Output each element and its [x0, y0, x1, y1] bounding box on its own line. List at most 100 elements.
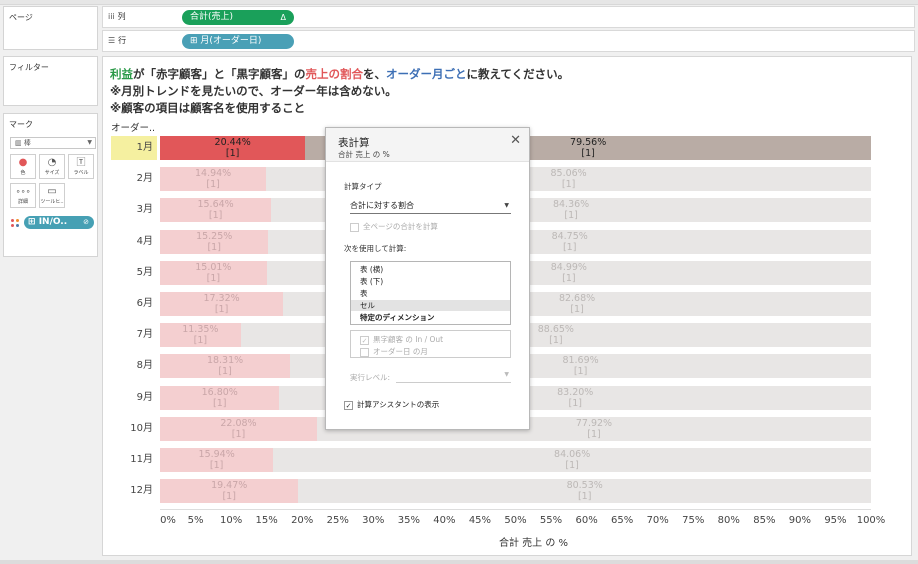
label-button[interactable]: 🅃 ラベル — [68, 154, 94, 179]
row-label[interactable]: 7月 — [111, 323, 157, 347]
compute-option-table-down[interactable]: 表 (下) — [351, 276, 510, 287]
data-label-loss-value: 22.08% — [220, 418, 257, 429]
compute-using-list[interactable]: 表 (横) 表 (下) 表 セル 特定のディメンション — [350, 261, 511, 325]
data-label-profit-value: 84.36% — [552, 199, 590, 210]
row-label[interactable]: 3月 — [111, 198, 157, 222]
data-label-profit: 84.06% [1] — [532, 449, 612, 471]
title-part-profit: 利益 — [110, 67, 133, 81]
x-tick-label: 30% — [362, 515, 385, 526]
data-label-loss-index: [1] — [209, 460, 224, 471]
rows-pill-month[interactable]: ⊞ 月(オーダー日) — [182, 34, 294, 49]
calc-assistant-checkbox[interactable]: ✓ — [344, 400, 353, 410]
data-label-loss-value: 14.94% — [194, 168, 232, 179]
row-header-title: オーダー.. — [111, 123, 156, 134]
row-label[interactable]: 1月 — [111, 136, 157, 160]
data-label-profit-index: [1] — [570, 304, 584, 315]
columns-shelf[interactable]: iii 列 合計(売上) Δ — [102, 6, 915, 28]
compute-option-table-across[interactable]: 表 (横) — [351, 264, 510, 275]
data-label-loss: 18.31% [1] — [185, 355, 265, 377]
data-label-loss: 15.94% [1] — [177, 449, 257, 471]
close-icon[interactable]: ✕ — [510, 133, 521, 148]
title-part-11: に教えてください。 — [466, 67, 570, 81]
data-label-loss-value: 15.25% — [196, 231, 233, 242]
tooltip-icon: ▭ — [47, 186, 57, 197]
title-part-2: が「 — [133, 67, 156, 81]
tooltip-button[interactable]: ▭ ツールヒ.. — [39, 183, 65, 208]
all-pages-option[interactable]: 全ページの合計を計算 — [350, 221, 438, 232]
dimension-checkbox-inout[interactable]: ✓ — [360, 335, 369, 345]
top-toolbar-strip — [0, 0, 918, 5]
data-label-profit: 84.75% [1] — [530, 231, 610, 253]
x-tick-label: 95% — [824, 515, 847, 526]
title-part-order-month: オーダー月 — [386, 67, 444, 81]
data-label-loss: 19.47% [1] — [189, 480, 269, 502]
row-label[interactable]: 2月 — [111, 167, 157, 191]
all-pages-checkbox[interactable] — [350, 222, 359, 232]
detail-button[interactable]: ∘∘∘ 詳細 — [10, 183, 36, 208]
data-label-profit-index: [1] — [562, 242, 577, 253]
data-label-profit-value: 82.68% — [558, 293, 596, 304]
title-part-8: を、 — [363, 67, 386, 81]
color-button[interactable]: ● 色 — [10, 154, 36, 179]
dimension-checkbox-month[interactable] — [360, 347, 369, 357]
calc-type-select[interactable]: 合計に対する割合 ▼ — [350, 198, 511, 214]
data-label-loss: 17.32% [1] — [182, 293, 262, 315]
calc-assistant-label: 計算アシスタントの表示 — [357, 400, 440, 409]
all-pages-label: 全ページの合計を計算 — [363, 222, 438, 231]
row-label[interactable]: 9月 — [111, 386, 157, 410]
row-label[interactable]: 11月 — [111, 448, 157, 472]
data-label-profit: 82.68% [1] — [537, 293, 617, 315]
data-label-profit-value: 84.99% — [550, 262, 587, 273]
color-legend-icon — [11, 219, 21, 227]
compute-using-label: 次を使用して計算: — [344, 244, 407, 253]
x-tick-label: 45% — [468, 515, 492, 526]
mark-type-dropdown[interactable]: ▥ 棒 ▼ — [10, 137, 96, 149]
title-line-1: 利益が「赤字顧客」と「黒字顧客」の売上の割合を、オーダー月ごとに教えてください。 — [110, 66, 670, 83]
columns-pill-sales[interactable]: 合計(売上) Δ — [182, 10, 294, 25]
row-label[interactable]: 6月 — [111, 292, 157, 316]
row-label[interactable]: 10月 — [111, 417, 157, 441]
detail-button-label: 詳細 — [17, 199, 28, 205]
x-tick-label: 10% — [219, 515, 243, 526]
filters-card[interactable]: フィルター — [3, 56, 98, 106]
data-label-profit-value: 84.06% — [554, 449, 591, 460]
data-label-profit-index: [1] — [573, 366, 588, 377]
data-label-profit-index: [1] — [577, 491, 592, 502]
data-label-loss-value: 17.32% — [203, 293, 240, 304]
data-label-loss-value: 11.35% — [182, 324, 219, 335]
rows-shelf[interactable]: ☰ 行 ⊞ 月(オーダー日) — [102, 30, 915, 52]
calc-assistant-option[interactable]: ✓ 計算アシスタントの表示 — [344, 399, 439, 410]
level-select[interactable]: ▼ — [396, 371, 511, 383]
color-button-label: 色 — [20, 170, 26, 176]
data-label-loss: 16.80% [1] — [180, 387, 260, 409]
data-label-profit-value: 79.56% — [570, 137, 607, 148]
compute-option-cell[interactable]: セル — [351, 300, 510, 311]
filters-title: フィルター — [9, 63, 49, 72]
title-part-sales-ratio: 売上の割合 — [305, 67, 364, 81]
pages-card[interactable]: ページ — [3, 6, 98, 50]
compute-option-table[interactable]: 表 — [351, 288, 510, 299]
row-label[interactable]: 5月 — [111, 261, 157, 285]
row-label[interactable]: 8月 — [111, 354, 157, 378]
data-label-loss-index: [1] — [218, 366, 232, 377]
dimension-label-month: オーダー日 の月 — [373, 347, 428, 356]
data-label-profit: 77.92% [1] — [554, 418, 634, 440]
row-label[interactable]: 4月 — [111, 230, 157, 254]
grid-icon: ⊞ — [28, 217, 39, 227]
data-label-profit-index: [1] — [587, 429, 601, 440]
size-button[interactable]: ◔ サイズ — [39, 154, 65, 179]
data-label-loss: 14.94% [1] — [173, 168, 253, 190]
dimension-item-inout[interactable]: ✓ 黒字顧客 の In / Out — [360, 334, 443, 345]
x-tick-label: 100% — [856, 515, 886, 526]
title-line-2: ※月別トレンドを見たいので、オーダー年は含めない。 — [110, 84, 397, 98]
x-tick-label: 60% — [575, 515, 598, 526]
x-tick-label: 85% — [753, 515, 776, 526]
dimension-item-month[interactable]: オーダー日 の月 — [360, 346, 428, 357]
pages-title: ページ — [9, 13, 33, 22]
color-field-pill[interactable]: ⊞ IN/O.. ⊘ — [24, 216, 94, 229]
compute-option-specific-dimensions[interactable]: 特定のディメンション — [351, 312, 510, 323]
row-label[interactable]: 12月 — [111, 479, 157, 503]
chevron-down-icon: ▼ — [504, 371, 509, 378]
data-label-profit-index: [1] — [564, 210, 578, 221]
data-label-loss-index: [1] — [206, 179, 220, 190]
